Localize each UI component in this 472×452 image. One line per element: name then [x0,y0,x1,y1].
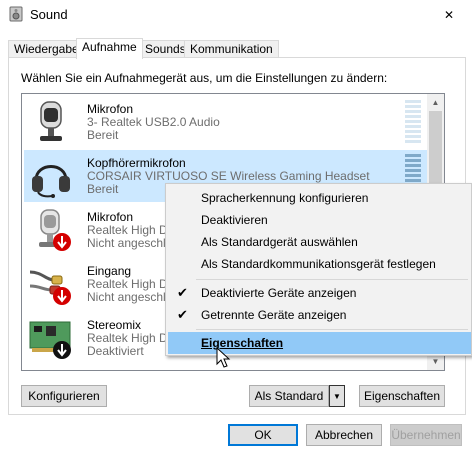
menu-item-set-default[interactable]: Als Standardgerät auswählen [168,231,471,253]
device-description: Realtek High De [87,223,175,237]
microphone-icon [40,101,62,141]
menu-item-label: Spracherkennung konfigurieren [201,191,369,205]
tab-strip: Wiedergabe Aufnahme Sounds Kommunikation [8,38,468,59]
menu-item-set-default-communication[interactable]: Als Standardkommunikationsgerät festlege… [168,253,471,275]
speaker-icon [9,6,23,22]
scroll-up-button[interactable]: ▲ [427,94,444,111]
menu-separator [196,279,468,280]
menu-item-label: Als Standardgerät auswählen [201,235,358,249]
title-bar: Sound ✕ [0,0,472,30]
chevron-up-icon: ▲ [431,98,440,107]
chevron-down-icon: ▼ [431,357,440,366]
apply-button[interactable]: Übernehmen [390,424,462,446]
device-status: Nicht angeschlo [87,236,173,250]
mouse-cursor-icon [216,347,231,368]
set-default-dropdown-button[interactable]: ▼ [329,385,345,407]
checkmark-icon: ✔ [177,307,188,322]
menu-item-label: Als Standardkommunikationsgerät festlege… [201,257,436,271]
configure-button[interactable]: Konfigurieren [21,385,107,407]
menu-item-properties[interactable]: Eigenschaften [168,332,471,354]
device-description: CORSAIR VIRTUOSO SE Wireless Gaming Head… [87,169,370,183]
properties-button[interactable]: Eigenschaften [359,385,445,407]
device-name: Stereomix [87,318,142,332]
menu-item-label: Deaktivierte Geräte anzeigen [201,286,357,300]
menu-item-show-disconnected[interactable]: ✔ Getrennte Geräte anzeigen [168,304,471,326]
device-name: Mikrofon [87,210,134,224]
device-status: Deaktiviert [87,344,144,358]
device-name: Eingang [87,264,132,278]
device-status: Nicht angeschlo [87,290,173,304]
device-description: Realtek High De [87,277,175,291]
menu-item-speech-recognition[interactable]: Spracherkennung konfigurieren [168,187,471,209]
set-default-button[interactable]: Als Standard [249,385,329,407]
device-name: Kopfhörermikrofon [87,156,186,170]
headset-icon [32,165,70,198]
tab-wiedergabe[interactable]: Wiedergabe [8,40,85,58]
menu-item-label: Getrennte Geräte anzeigen [201,308,347,322]
chevron-down-icon: ▼ [333,391,341,401]
device-description: 3- Realtek USB2.0 Audio [87,115,220,129]
level-meter [405,100,421,144]
tab-kommunikation[interactable]: Kommunikation [184,40,279,58]
menu-item-label: Deaktivieren [201,213,268,227]
close-icon: ✕ [443,8,455,22]
tab-aufnahme[interactable]: Aufnahme [76,38,143,59]
checkmark-icon: ✔ [177,285,188,300]
ok-button[interactable]: OK [228,424,298,446]
sound-dialog: Sound ✕ Wiedergabe Aufnahme Sounds Kommu… [0,0,472,452]
cancel-button[interactable]: Abbrechen [306,424,382,446]
device-status: Bereit [87,128,119,142]
close-button[interactable]: ✕ [426,0,472,30]
window-title: Sound [30,7,68,22]
device-name: Mikrofon [87,102,134,116]
menu-item-disable[interactable]: Deaktivieren [168,209,471,231]
context-menu: Spracherkennung konfigurieren Deaktivier… [165,183,472,356]
menu-item-label: Eigenschaften [201,336,284,350]
device-item[interactable]: Mikrofon 3- Realtek USB2.0 Audio Bereit [24,96,428,148]
device-status: Bereit [87,182,119,196]
device-description: Realtek High De [87,331,175,345]
instruction-text: Wählen Sie ein Aufnahmegerät aus, um die… [21,71,388,85]
menu-item-show-disabled[interactable]: ✔ Deaktivierte Geräte anzeigen [168,282,471,304]
menu-separator [196,329,468,330]
soundcard-disabled-icon [29,321,71,359]
line-in-disconnected-icon [29,270,71,305]
microphone-disconnected-icon [39,209,71,251]
